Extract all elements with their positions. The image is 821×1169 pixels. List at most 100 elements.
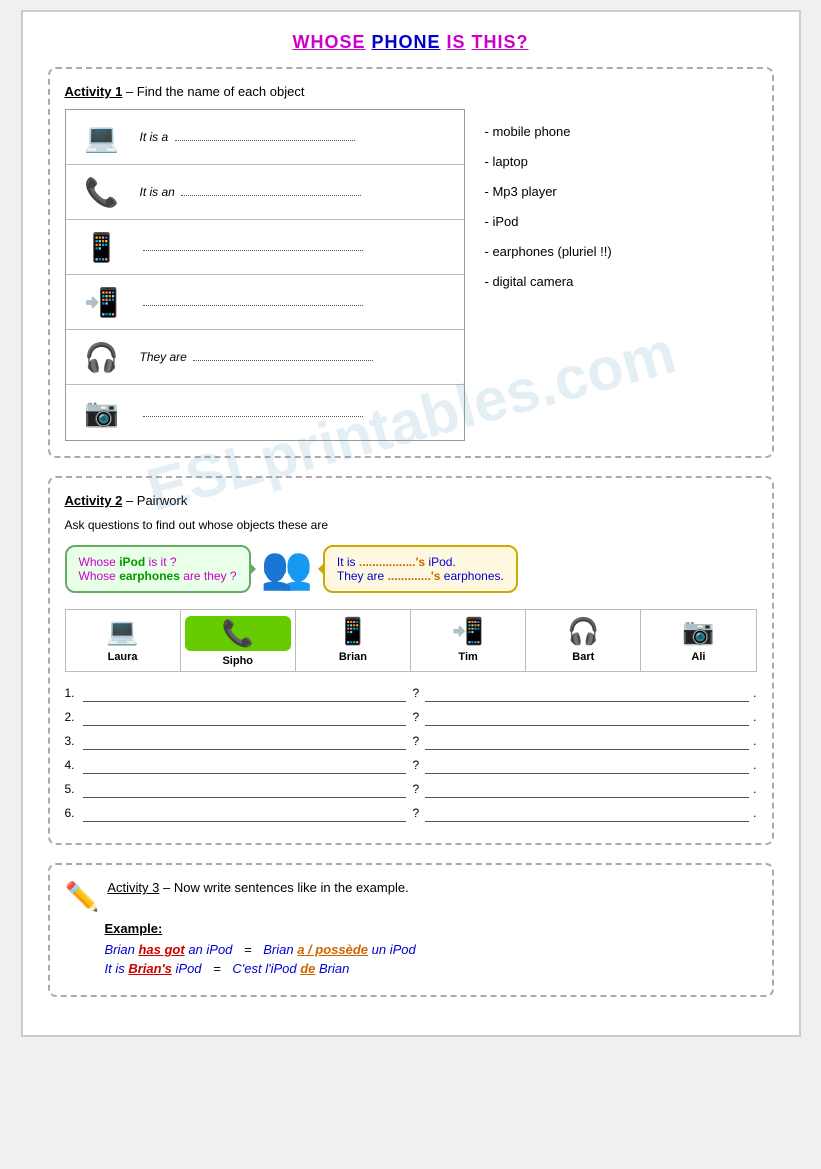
table-row: 💻 It is a [66,110,464,165]
earphones-object-icon: 🎧 [530,616,636,647]
camera-icon: 📷 [72,396,132,429]
activity3-number: Activity 3 [107,880,159,895]
activity3-header: ✏️ Activity 3 – Now write sentences like… [65,880,757,913]
row3-input[interactable] [143,250,363,251]
object-name-ali: Ali [645,651,751,663]
worksheet-page: ESLprintables.com WHOSE PHONE IS THIS? A… [21,10,801,1037]
object-name-laura: Laura [70,651,176,663]
row6-text [132,406,458,420]
object-name-brian: Brian [300,651,406,663]
row4-input[interactable] [143,305,363,306]
example-line-2: It is Brian's iPod = C'est l'iPod de Bri… [105,961,757,976]
title-is: IS [447,32,466,52]
qa-line-5: 5. ? . [65,780,757,798]
bubble-left-line2: Whose earphones are they ? [79,569,237,583]
qa-line-2: 2. ? . [65,708,757,726]
table-row: 📱 [66,220,464,275]
vocab-item: - laptop [485,149,757,175]
qa-question-5[interactable] [83,780,407,798]
row5-text: They are [132,350,458,364]
activity1-section: Activity 1 – Find the name of each objec… [48,67,774,458]
row2-text: It is an [132,185,458,199]
activity1-table: 💻 It is a 📞 It is an 📱 [65,109,465,441]
ipod-object-icon: 📲 [415,616,521,647]
qa-end-6: . [753,806,756,820]
activity2-label: Activity 2 – Pairwork [65,493,757,508]
activity2-section: Activity 2 – Pairwork Ask questions to f… [48,476,774,845]
qa-sep-1: ? [412,686,419,700]
qa-sep-4: ? [412,758,419,772]
phone-object-icon: 📞 [185,616,291,651]
qa-num-6: 6. [65,806,83,820]
table-row: 📞 It is an [66,165,464,220]
activity3-label-area: Activity 3 – Now write sentences like in… [107,880,408,895]
example-label: Example: [105,921,757,936]
phone-icon: 📞 [72,176,132,209]
row4-text [132,295,458,309]
row1-text: It is a [132,130,458,144]
speech-bubble-right: It is .................'s iPod. They are… [323,545,518,593]
qa-end-5: . [753,782,756,796]
ipod-icon: 📲 [72,286,132,319]
pencil-icon: ✏️ [65,880,100,913]
page-title: WHOSE PHONE IS THIS? [48,32,774,53]
qa-num-1: 1. [65,686,83,700]
qa-answer-2[interactable] [425,708,749,726]
speech-bubble-left: Whose iPod is it ? Whose earphones are t… [65,545,251,593]
qa-end-2: . [753,710,756,724]
row1-input[interactable] [175,140,355,141]
vocab-item: - Mp3 player [485,179,757,205]
table-row: 🎧 They are [66,330,464,385]
title-this: THIS? [472,32,529,52]
camera-object-icon: 📷 [645,616,751,647]
bubble-right-line1: It is .................'s iPod. [337,555,504,569]
table-row: 📷 [66,385,464,440]
activity3-label-text: Activity 3 – Now write sentences like in… [107,880,408,895]
qa-num-4: 4. [65,758,83,772]
title-phone: PHONE [371,32,440,52]
qa-num-5: 5. [65,782,83,796]
qa-question-6[interactable] [83,804,407,822]
qa-line-3: 3. ? . [65,732,757,750]
vocab-item: - digital camera [485,269,757,295]
qa-answer-1[interactable] [425,684,749,702]
qa-line-4: 4. ? . [65,756,757,774]
row5-input[interactable] [193,360,373,361]
qa-line-1: 1. ? . [65,684,757,702]
qa-sep-2: ? [412,710,419,724]
qa-question-1[interactable] [83,684,407,702]
mp3-object-icon: 📱 [300,616,406,647]
object-cell-tim: 📲 Tim [411,610,526,671]
qa-end-1: . [753,686,756,700]
qa-answer-4[interactable] [425,756,749,774]
qa-sep-3: ? [412,734,419,748]
vocab-item: - iPod [485,209,757,235]
qa-answer-3[interactable] [425,732,749,750]
activity2-number: Activity 2 [65,493,123,508]
dialog-area: Whose iPod is it ? Whose earphones are t… [65,544,757,593]
qa-answer-6[interactable] [425,804,749,822]
qa-question-2[interactable] [83,708,407,726]
activity3-section: ✏️ Activity 3 – Now write sentences like… [48,863,774,997]
laptop-icon: 💻 [72,121,132,154]
row3-text [132,240,458,254]
object-name-tim: Tim [415,651,521,663]
qa-end-3: . [753,734,756,748]
qa-question-3[interactable] [83,732,407,750]
activity2-sublabel: Ask questions to find out whose objects … [65,518,757,532]
object-cell-sipho: 📞 Sipho [181,610,296,671]
object-cell-bart: 🎧 Bart [526,610,641,671]
laptop-object-icon: 💻 [70,616,176,647]
qa-question-4[interactable] [83,756,407,774]
row6-input[interactable] [143,416,363,417]
row2-input[interactable] [181,195,361,196]
vocab-item: - mobile phone [485,119,757,145]
qa-num-3: 3. [65,734,83,748]
bubble-left-line1: Whose iPod is it ? [79,555,237,569]
qa-answer-5[interactable] [425,780,749,798]
object-name-sipho: Sipho [185,655,291,667]
object-cell-ali: 📷 Ali [641,610,755,671]
qa-sep-6: ? [412,806,419,820]
vocabulary-list: - mobile phone - laptop - Mp3 player - i… [485,109,757,299]
table-row: 📲 [66,275,464,330]
